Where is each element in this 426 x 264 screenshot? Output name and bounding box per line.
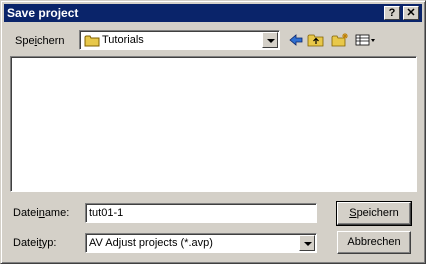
close-button[interactable]: ✕ — [403, 6, 419, 20]
filetype-label: Dateityp: — [13, 237, 57, 249]
chevron-down-icon[interactable] — [262, 32, 278, 48]
save-in-value: Tutorials — [102, 34, 144, 46]
chevron-down-icon[interactable] — [299, 235, 315, 251]
file-list[interactable] — [10, 56, 417, 192]
folder-icon — [84, 35, 100, 47]
filename-label: Dateiname: — [13, 207, 70, 219]
close-icon: ✕ — [406, 7, 416, 19]
save-dialog: Save project ? ✕ Speichern Tutorials Dat… — [0, 0, 426, 264]
filetype-combo[interactable]: AV Adjust projects (*.avp) — [85, 233, 317, 253]
filetype-value: AV Adjust projects (*.avp) — [89, 237, 213, 249]
up-folder-icon[interactable] — [307, 32, 325, 48]
cancel-button[interactable]: Abbrechen — [337, 231, 411, 254]
back-arrow-icon[interactable] — [287, 32, 305, 48]
save-button[interactable]: Speichern — [336, 201, 412, 226]
view-menu-icon[interactable] — [355, 32, 377, 48]
filename-value: tut01-1 — [89, 207, 124, 219]
save-in-label: Speichern — [15, 35, 65, 47]
dialog-title: Save project — [7, 6, 79, 20]
title-bar[interactable]: Save project ? ✕ — [4, 4, 422, 22]
help-button[interactable]: ? — [384, 6, 400, 20]
help-icon: ? — [388, 7, 396, 19]
filename-input[interactable]: tut01-1 — [85, 203, 317, 223]
new-folder-icon[interactable] — [331, 32, 349, 48]
save-in-combo[interactable]: Tutorials — [79, 30, 280, 50]
